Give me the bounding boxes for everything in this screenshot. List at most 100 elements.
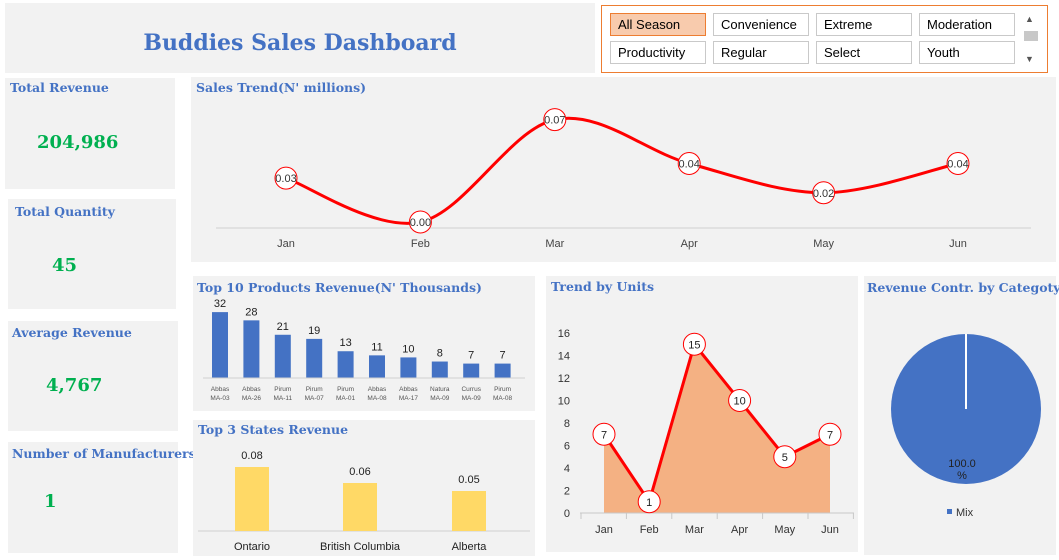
kpi-card-total-revenue: Total Revenue 204,986 <box>5 78 175 189</box>
x-tick-label: Mar <box>545 238 564 250</box>
top-products-panel: Top 10 Products Revenue(N' Thousands) 32… <box>193 276 535 411</box>
top-states-panel: Top 3 States Revenue 0.08 Ontario 0.06 Brit… <box>193 420 535 556</box>
kpi-label: Total Quantity <box>15 204 115 219</box>
trend-units-chart: 0 2 4 6 8 10 12 14 16 Jan Feb Mar Apr May Jun 7 1 15 10 5 7 <box>558 328 854 536</box>
dashboard-title: Buddies Sales Dashboard <box>143 30 457 56</box>
data-label: 0.07 <box>544 115 565 127</box>
bar-data-label: 13 <box>339 337 351 349</box>
data-label: 0.04 <box>678 159 699 171</box>
trend-units-panel: Trend by Units 0 2 4 6 8 10 12 14 16 Jan Feb Mar Apr… <box>546 276 858 552</box>
slice-data-label: % <box>957 470 967 482</box>
y-tick-label: 10 <box>558 396 570 408</box>
slicer-item-moderation[interactable]: Moderation <box>919 13 1015 36</box>
data-label: 7 <box>827 429 833 441</box>
product-bar <box>337 351 354 378</box>
x-tick-label: MA-26 <box>242 395 262 402</box>
state-bar <box>343 483 377 531</box>
season-slicer: All Season Convenience Extreme Moderatio… <box>601 5 1048 73</box>
data-label: 0.02 <box>813 188 834 200</box>
slice-data-label: 100.0 <box>948 458 976 470</box>
x-tick-label: Ontario <box>234 541 270 553</box>
kpi-label: Number of Manufacturers <box>12 446 196 461</box>
y-tick-label: 14 <box>558 351 570 363</box>
sales-trend-line <box>285 116 959 225</box>
slicer-item-convenience[interactable]: Convenience <box>713 13 809 36</box>
bar-data-label: 7 <box>468 350 474 362</box>
data-label: 0.00 <box>410 217 431 229</box>
bar-data-label: 0.08 <box>241 450 262 462</box>
x-tick-label: Natura <box>430 386 450 393</box>
product-bar <box>369 355 385 378</box>
bar-data-label: 11 <box>371 341 382 353</box>
x-tick-label: British Columbia <box>320 541 401 553</box>
top-states-chart: 0.08 Ontario 0.06 British Columbia 0.05 Alber… <box>198 450 530 553</box>
x-tick-label: Abbas <box>399 386 418 393</box>
sales-trend-chart: Jan Feb Mar Apr May Jun 0.03 0.00 0.07 0.04 0.02 0.… <box>216 108 1031 250</box>
x-tick-label: Mar <box>685 524 704 536</box>
scroll-thumb[interactable] <box>1024 31 1038 41</box>
slicer-item-all-season[interactable]: All Season <box>610 13 706 36</box>
y-tick-label: 8 <box>564 418 570 430</box>
scroll-up-icon[interactable]: ▲ <box>1025 14 1034 24</box>
x-tick-label: Jun <box>821 524 839 536</box>
slicer-item-youth[interactable]: Youth <box>919 41 1015 64</box>
x-tick-label: Jan <box>595 524 613 536</box>
product-bar <box>243 320 260 378</box>
kpi-value: 45 <box>52 255 78 276</box>
kpi-card-average-revenue: Average Revenue 4,767 <box>8 321 178 431</box>
x-tick-label: Currus <box>461 386 481 393</box>
x-tick-label: MA-07 <box>305 395 325 402</box>
x-tick-label: May <box>774 524 795 536</box>
x-tick-label: Abbas <box>242 386 261 393</box>
x-tick-label: MA-17 <box>399 395 419 402</box>
data-label: 10 <box>733 396 745 408</box>
kpi-label: Total Revenue <box>10 80 109 95</box>
kpi-value: 1 <box>44 491 57 512</box>
kpi-value: 4,767 <box>46 375 103 396</box>
x-tick-label: May <box>813 238 834 250</box>
data-label: 0.04 <box>947 159 968 171</box>
x-tick-label: MA-03 <box>210 395 230 402</box>
scroll-down-icon[interactable]: ▼ <box>1025 54 1034 64</box>
y-tick-label: 6 <box>564 441 570 453</box>
slicer-item-extreme[interactable]: Extreme <box>816 13 912 36</box>
y-tick-label: 16 <box>558 328 570 340</box>
slicer-item-select[interactable]: Select <box>816 41 912 64</box>
units-area <box>604 344 830 513</box>
slicer-item-productivity[interactable]: Productivity <box>610 41 706 64</box>
bar-data-label: 10 <box>402 343 414 355</box>
y-tick-label: 2 <box>564 486 570 498</box>
legend-label: Mix <box>956 507 974 519</box>
kpi-card-total-quantity: Total Quantity 45 <box>8 199 176 309</box>
bar-data-label: 32 <box>214 298 226 310</box>
product-bar <box>463 363 480 378</box>
x-tick-label: MA-01 <box>336 395 356 402</box>
product-bar <box>400 357 417 378</box>
y-tick-label: 12 <box>558 373 570 385</box>
kpi-value: 204,986 <box>37 132 119 153</box>
x-tick-label: MA-09 <box>430 395 450 402</box>
data-label: 15 <box>688 339 700 351</box>
bar-data-label: 0.06 <box>349 466 370 478</box>
x-tick-label: Alberta <box>452 541 488 553</box>
x-tick-label: Pirum <box>494 386 511 393</box>
kpi-label: Average Revenue <box>12 325 132 340</box>
category-pie-panel: Revenue Contr. by Categoty 100.0% Mix <box>864 276 1059 555</box>
y-tick-label: 0 <box>564 508 570 520</box>
x-tick-label: MA-09 <box>462 395 482 402</box>
product-bar <box>306 338 323 378</box>
x-tick-label: Pirum <box>337 386 354 393</box>
slicer-item-regular[interactable]: Regular <box>713 41 809 64</box>
bar-data-label: 0.05 <box>458 474 479 486</box>
x-tick-label: MA-08 <box>367 395 387 402</box>
data-label: 7 <box>601 429 607 441</box>
x-tick-label: Apr <box>681 238 698 250</box>
top-products-chart: 32 Abbas MA-03 28 Abbas MA-26 21 Pirum MA-11 19 Pi… <box>203 298 525 402</box>
sales-trend-panel: Sales Trend(N' millions) Jan Feb Mar Apr May… <box>191 77 1056 262</box>
data-label: 5 <box>782 452 788 464</box>
slicer-scrollbar[interactable]: ▲ ▼ <box>1022 14 1040 66</box>
x-tick-label: MA-08 <box>493 395 513 402</box>
x-tick-label: Jun <box>949 238 967 250</box>
state-bar <box>235 467 269 531</box>
x-tick-label: Abbas <box>211 386 230 393</box>
